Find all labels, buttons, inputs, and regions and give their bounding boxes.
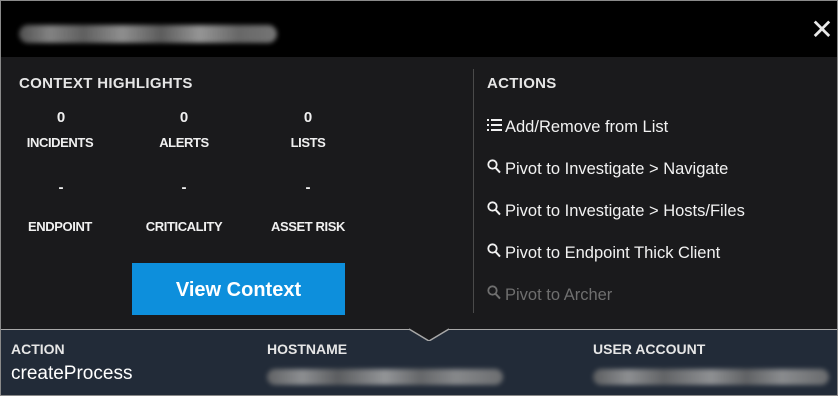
criticality-label: CRITICALITY	[145, 219, 223, 234]
context-highlights-heading: CONTEXT HIGHLIGHTS	[19, 75, 193, 92]
action-label: Pivot to Investigate > Navigate	[505, 159, 729, 178]
view-context-button[interactable]: View Context	[132, 263, 345, 315]
action-value: createProcess	[11, 363, 133, 384]
close-icon[interactable]: ✕	[809, 15, 835, 45]
context-panel: ✕ CONTEXT HIGHLIGHTS 0 0 0 INCIDENTS ALE…	[0, 0, 838, 396]
endpoint-label: ENDPOINT	[28, 219, 92, 234]
action-label: Pivot to Archer	[505, 285, 613, 304]
pivot-endpoint-thick-client-action[interactable]: Pivot to Endpoint Thick Client	[487, 241, 720, 265]
alerts-label: ALERTS	[159, 135, 209, 150]
endpoint-value: -	[58, 179, 64, 196]
panel-header: ✕	[1, 1, 837, 57]
action-label: Pivot to Endpoint Thick Client	[505, 243, 721, 262]
action-label: Pivot to Investigate > Hosts/Files	[505, 201, 745, 220]
criticality-value: -	[181, 179, 187, 196]
incidents-label: INCIDENTS	[26, 135, 94, 150]
actions-heading: ACTIONS	[487, 75, 557, 92]
search-icon	[487, 243, 502, 263]
lists-label: LISTS	[290, 135, 326, 150]
redacted-user-account	[593, 369, 829, 385]
list-icon	[487, 118, 502, 137]
asset-risk-value: -	[305, 179, 311, 196]
pivot-investigate-navigate-action[interactable]: Pivot to Investigate > Navigate	[487, 157, 728, 181]
action-label: Add/Remove from List	[505, 117, 669, 136]
asset-risk-label: ASSET RISK	[270, 219, 345, 234]
redacted-hostname	[267, 369, 503, 385]
pivot-archer-action: Pivot to Archer	[487, 283, 612, 307]
user-account-column-label: USER ACCOUNT	[593, 341, 706, 357]
redacted-entity-title	[19, 25, 277, 43]
search-icon	[487, 201, 502, 221]
alerts-count: 0	[179, 109, 189, 126]
pivot-investigate-hosts-files-action[interactable]: Pivot to Investigate > Hosts/Files	[487, 199, 745, 223]
search-icon	[487, 159, 502, 179]
add-remove-from-list-action[interactable]: Add/Remove from List	[487, 115, 668, 139]
search-icon	[487, 285, 502, 305]
lists-count: 0	[303, 109, 313, 126]
action-column-label: ACTION	[11, 341, 65, 357]
pointer-caret-icon	[409, 319, 449, 341]
section-divider	[473, 69, 474, 313]
hostname-column-label: HOSTNAME	[267, 341, 348, 357]
incidents-count: 0	[56, 109, 66, 126]
